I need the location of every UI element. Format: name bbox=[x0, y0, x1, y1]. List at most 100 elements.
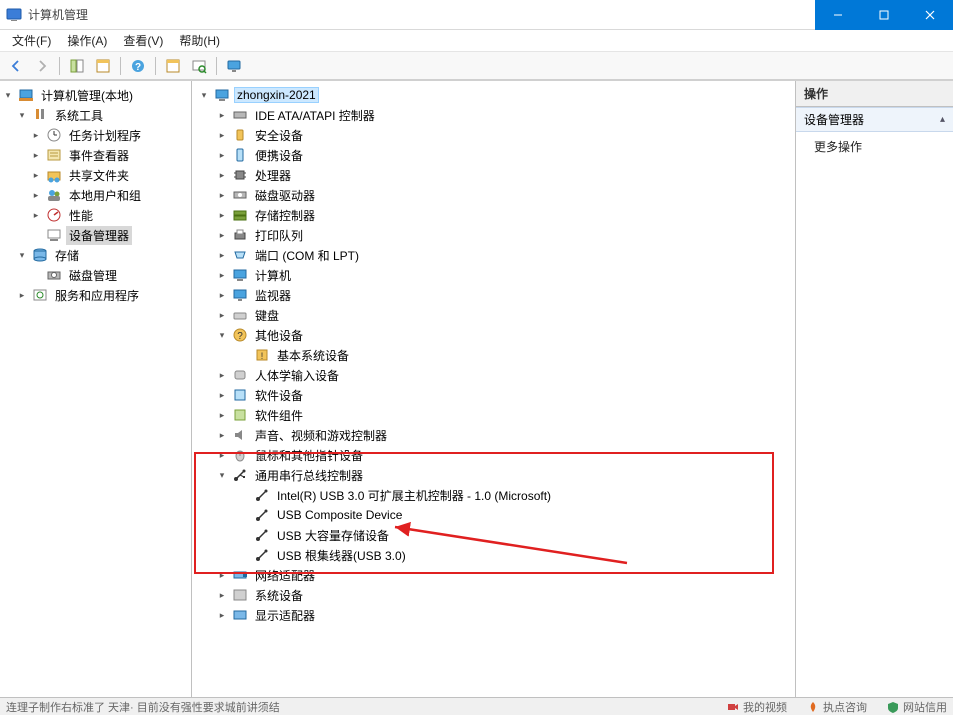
expander-closed-icon[interactable]: ▸ bbox=[30, 189, 42, 201]
expander-closed-icon[interactable]: ▸ bbox=[216, 229, 228, 241]
device-item-usb-mass-storage[interactable]: ▸ USB 大容量存储设备 bbox=[198, 525, 793, 545]
tree-item-disk-management[interactable]: ▸ 磁盘管理 bbox=[2, 265, 189, 285]
device-item-software-devices[interactable]: ▸ 软件设备 bbox=[198, 385, 793, 405]
expander-closed-icon[interactable]: ▸ bbox=[216, 369, 228, 381]
device-item-security-devices[interactable]: ▸ 安全设备 bbox=[198, 125, 793, 145]
expander-closed-icon[interactable]: ▸ bbox=[216, 429, 228, 441]
actions-subheader[interactable]: 设备管理器 ▴ bbox=[796, 107, 953, 132]
expander-closed-icon[interactable]: ▸ bbox=[216, 289, 228, 301]
toolbar-monitor-button[interactable] bbox=[222, 55, 246, 77]
device-item-system-devices[interactable]: ▸ 系统设备 bbox=[198, 585, 793, 605]
expander-closed-icon[interactable]: ▸ bbox=[216, 449, 228, 461]
expander-closed-icon[interactable]: ▸ bbox=[16, 289, 28, 301]
menu-view[interactable]: 查看(V) bbox=[115, 30, 171, 51]
device-item-network-adapters[interactable]: ▸ 网络适配器 bbox=[198, 565, 793, 585]
collapse-icon[interactable]: ▴ bbox=[940, 114, 945, 125]
device-item-storage-controllers[interactable]: ▸ 存储控制器 bbox=[198, 205, 793, 225]
tree-item-local-users-groups[interactable]: ▸ 本地用户和组 bbox=[2, 185, 189, 205]
tree-item-device-manager[interactable]: ▸ 设备管理器 bbox=[2, 225, 189, 245]
tree-label: 磁盘管理 bbox=[66, 266, 120, 285]
expander-closed-icon[interactable]: ▸ bbox=[216, 569, 228, 581]
tree-item-event-viewer[interactable]: ▸ 事件查看器 bbox=[2, 145, 189, 165]
device-item-usb-controllers[interactable]: ▾ 通用串行总线控制器 bbox=[198, 465, 793, 485]
close-button[interactable] bbox=[907, 0, 953, 30]
device-label: 人体学输入设备 bbox=[252, 366, 342, 385]
expander-closed-icon[interactable]: ▸ bbox=[216, 129, 228, 141]
device-item-hid[interactable]: ▸ 人体学输入设备 bbox=[198, 365, 793, 385]
expander-closed-icon[interactable]: ▸ bbox=[216, 389, 228, 401]
toolbar-forward-button[interactable] bbox=[30, 55, 54, 77]
device-item-portable-devices[interactable]: ▸ 便携设备 bbox=[198, 145, 793, 165]
maximize-button[interactable] bbox=[861, 0, 907, 30]
expander-closed-icon[interactable]: ▸ bbox=[30, 129, 42, 141]
toolbar-help-button[interactable]: ? bbox=[126, 55, 150, 77]
device-label: 软件设备 bbox=[252, 386, 306, 405]
device-item-ide-ata[interactable]: ▸ IDE ATA/ATAPI 控制器 bbox=[198, 105, 793, 125]
expander-closed-icon[interactable]: ▸ bbox=[30, 209, 42, 221]
expander-closed-icon[interactable]: ▸ bbox=[30, 149, 42, 161]
tree-item-storage[interactable]: ▾ 存储 bbox=[2, 245, 189, 265]
toolbar-properties-button[interactable] bbox=[91, 55, 115, 77]
toolbar-scan-button[interactable] bbox=[187, 55, 211, 77]
services-icon bbox=[32, 287, 48, 303]
menu-action[interactable]: 操作(A) bbox=[59, 30, 115, 51]
expander-closed-icon[interactable]: ▸ bbox=[216, 589, 228, 601]
device-item-usb-intel-xhci[interactable]: ▸ Intel(R) USB 3.0 可扩展主机控制器 - 1.0 (Micro… bbox=[198, 485, 793, 505]
device-item-processors[interactable]: ▸ 处理器 bbox=[198, 165, 793, 185]
device-item-disk-drives[interactable]: ▸ 磁盘驱动器 bbox=[198, 185, 793, 205]
status-item[interactable]: 网站信用 bbox=[887, 699, 947, 715]
device-label: 鼠标和其他指针设备 bbox=[252, 446, 366, 465]
expander-closed-icon[interactable]: ▸ bbox=[216, 169, 228, 181]
expander-closed-icon[interactable]: ▸ bbox=[30, 169, 42, 181]
expander-closed-icon[interactable]: ▸ bbox=[216, 109, 228, 121]
minimize-button[interactable] bbox=[815, 0, 861, 30]
menu-help[interactable]: 帮助(H) bbox=[171, 30, 228, 51]
device-item-monitors[interactable]: ▸ 监视器 bbox=[198, 285, 793, 305]
status-item[interactable]: 我的视频 bbox=[727, 699, 787, 715]
actions-more-actions[interactable]: 更多操作 bbox=[796, 132, 953, 161]
menu-file[interactable]: 文件(F) bbox=[4, 30, 59, 51]
expander-open-icon[interactable]: ▾ bbox=[16, 249, 28, 261]
scope-pane[interactable]: ▾ 计算机管理(本地) ▾ 系统工具 ▸ 任务计划程序 bbox=[0, 81, 192, 697]
device-item-computer[interactable]: ▸ 计算机 bbox=[198, 265, 793, 285]
expander-closed-icon[interactable]: ▸ bbox=[216, 609, 228, 621]
device-item-mice[interactable]: ▸ 鼠标和其他指针设备 bbox=[198, 445, 793, 465]
device-item-computer-root[interactable]: ▾ zhongxin-2021 bbox=[198, 85, 793, 105]
expander-closed-icon[interactable]: ▸ bbox=[216, 269, 228, 281]
expander-closed-icon[interactable]: ▸ bbox=[216, 409, 228, 421]
shield-icon bbox=[887, 701, 899, 713]
device-item-display-adapters[interactable]: ▸ 显示适配器 bbox=[198, 605, 793, 625]
expander-open-icon[interactable]: ▾ bbox=[216, 329, 228, 341]
tree-item-services-apps[interactable]: ▸ 服务和应用程序 bbox=[2, 285, 189, 305]
tree-item-shared-folders[interactable]: ▸ 共享文件夹 bbox=[2, 165, 189, 185]
device-item-usb-root-hub[interactable]: ▸ USB 根集线器(USB 3.0) bbox=[198, 545, 793, 565]
expander-closed-icon[interactable]: ▸ bbox=[216, 249, 228, 261]
tree-item-performance[interactable]: ▸ 性能 bbox=[2, 205, 189, 225]
tree-item-computer-management[interactable]: ▾ 计算机管理(本地) bbox=[2, 85, 189, 105]
actions-item-label: 更多操作 bbox=[814, 140, 862, 154]
expander-closed-icon[interactable]: ▸ bbox=[216, 209, 228, 221]
device-item-ports[interactable]: ▸ 端口 (COM 和 LPT) bbox=[198, 245, 793, 265]
expander-open-icon[interactable]: ▾ bbox=[16, 109, 28, 121]
expander-open-icon[interactable]: ▾ bbox=[2, 89, 14, 101]
device-item-base-system-device[interactable]: ▸ ! 基本系统设备 bbox=[198, 345, 793, 365]
tree-item-system-tools[interactable]: ▾ 系统工具 bbox=[2, 105, 189, 125]
toolbar-back-button[interactable] bbox=[4, 55, 28, 77]
toolbar-show-hide-tree-button[interactable] bbox=[65, 55, 89, 77]
device-item-usb-composite[interactable]: ▸ USB Composite Device bbox=[198, 505, 793, 525]
expander-closed-icon[interactable]: ▸ bbox=[216, 309, 228, 321]
device-item-other-devices[interactable]: ▾ ? 其他设备 bbox=[198, 325, 793, 345]
device-item-keyboards[interactable]: ▸ 键盘 bbox=[198, 305, 793, 325]
device-item-print-queues[interactable]: ▸ 打印队列 bbox=[198, 225, 793, 245]
expander-closed-icon[interactable]: ▸ bbox=[216, 189, 228, 201]
expander-closed-icon[interactable]: ▸ bbox=[216, 149, 228, 161]
storage-controller-icon bbox=[232, 207, 248, 223]
expander-open-icon[interactable]: ▾ bbox=[198, 89, 210, 101]
result-pane[interactable]: ▾ zhongxin-2021 ▸ IDE ATA/ATAPI 控制器 ▸ 安全… bbox=[192, 81, 796, 697]
tree-item-task-scheduler[interactable]: ▸ 任务计划程序 bbox=[2, 125, 189, 145]
expander-open-icon[interactable]: ▾ bbox=[216, 469, 228, 481]
device-item-sound-video-game[interactable]: ▸ 声音、视频和游戏控制器 bbox=[198, 425, 793, 445]
device-item-software-components[interactable]: ▸ 软件组件 bbox=[198, 405, 793, 425]
status-item[interactable]: 执点咨询 bbox=[807, 699, 867, 715]
toolbar-refresh-tree-button[interactable] bbox=[161, 55, 185, 77]
